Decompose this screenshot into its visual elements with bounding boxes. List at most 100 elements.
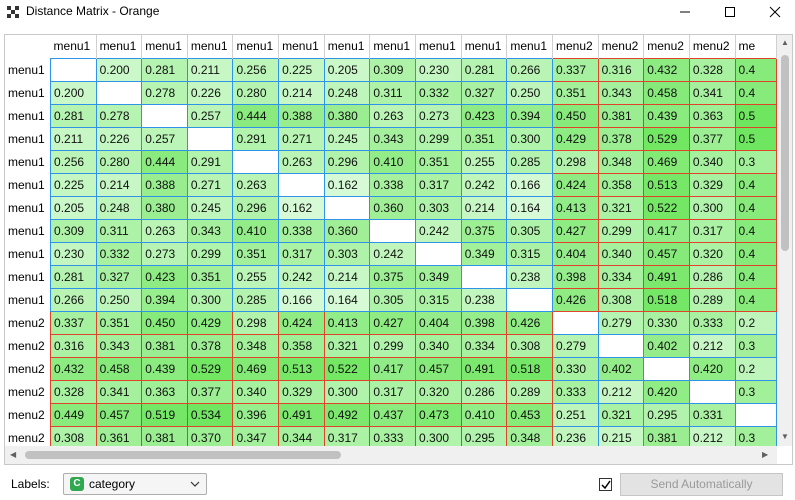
matrix-cell[interactable]: 0.251 — [551, 402, 599, 427]
matrix-cell[interactable]: 0.4 — [734, 218, 777, 243]
matrix-cell[interactable]: 0.327 — [460, 80, 508, 105]
matrix-cell[interactable]: 0.381 — [141, 333, 188, 358]
matrix-cell[interactable]: 0.299 — [369, 333, 417, 358]
matrix-cell[interactable]: 0.308 — [597, 287, 645, 312]
matrix-cell[interactable]: 0.311 — [95, 218, 143, 243]
matrix-cell[interactable]: 0.380 — [141, 195, 188, 220]
matrix-cell[interactable]: 0.2 — [734, 310, 777, 335]
matrix-cell[interactable]: 0.522 — [323, 356, 371, 381]
matrix-cell[interactable]: 0.338 — [369, 172, 417, 197]
matrix-cell[interactable]: 0.402 — [643, 333, 690, 358]
matrix-cell[interactable]: 0.377 — [688, 126, 736, 151]
matrix-cell[interactable]: 0.286 — [688, 264, 736, 289]
matrix-cell[interactable]: 0.426 — [506, 310, 553, 335]
matrix-cell[interactable] — [415, 241, 462, 266]
matrix-cell[interactable]: 0.330 — [551, 356, 599, 381]
matrix-cell[interactable]: 0.300 — [688, 195, 736, 220]
matrix-cell[interactable]: 0.200 — [50, 80, 97, 105]
matrix-cell[interactable]: 0.166 — [278, 287, 325, 312]
matrix-cell[interactable]: 0.329 — [278, 379, 325, 404]
column-header[interactable]: menu1 — [324, 35, 371, 58]
matrix-cell[interactable]: 0.469 — [643, 149, 690, 174]
matrix-cell[interactable]: 0.316 — [50, 333, 97, 358]
matrix-cell[interactable]: 0.212 — [597, 379, 645, 404]
matrix-cell[interactable]: 0.166 — [506, 172, 553, 197]
matrix-cell[interactable] — [323, 195, 371, 220]
matrix-cell[interactable]: 0.230 — [415, 57, 462, 82]
row-header[interactable]: menu2 — [5, 403, 51, 426]
matrix-cell[interactable]: 0.317 — [278, 241, 325, 266]
matrix-cell[interactable]: 0.279 — [551, 333, 599, 358]
matrix-cell[interactable]: 0.238 — [460, 287, 508, 312]
matrix-cell[interactable]: 0.343 — [369, 126, 417, 151]
matrix-cell[interactable]: 0.450 — [551, 103, 599, 128]
matrix-cell[interactable]: 0.457 — [415, 356, 462, 381]
matrix-cell[interactable]: 0.328 — [688, 57, 736, 82]
matrix-cell[interactable]: 0.296 — [323, 149, 371, 174]
matrix-cell[interactable] — [232, 149, 280, 174]
matrix-cell[interactable] — [460, 264, 508, 289]
matrix-cell[interactable]: 0.230 — [50, 241, 97, 266]
distance-matrix-view[interactable]: menu1 menu1 menu1 menu1 menu1 menu1 menu1 menu1… — [4, 34, 793, 465]
matrix-cell[interactable]: 0.429 — [186, 310, 234, 335]
column-header[interactable]: menu1 — [96, 35, 143, 58]
matrix-cell[interactable]: 0.285 — [506, 149, 553, 174]
matrix-cell[interactable]: 0.295 — [460, 425, 508, 446]
matrix-cell[interactable]: 0.205 — [50, 195, 97, 220]
matrix-cell[interactable]: 0.3 — [734, 149, 777, 174]
matrix-cell[interactable]: 0.492 — [323, 402, 371, 427]
matrix-cell[interactable]: 0.225 — [50, 172, 97, 197]
matrix-cell[interactable] — [643, 356, 690, 381]
matrix-cell[interactable]: 0.281 — [50, 103, 97, 128]
matrix-cell[interactable]: 0.317 — [688, 218, 736, 243]
matrix-cell[interactable]: 0.458 — [95, 356, 143, 381]
matrix-cell[interactable]: 0.4 — [734, 80, 777, 105]
minimize-button[interactable] — [662, 0, 708, 24]
matrix-cell[interactable]: 0.245 — [323, 126, 371, 151]
matrix-cell[interactable] — [278, 172, 325, 197]
matrix-cell[interactable]: 0.351 — [460, 126, 508, 151]
matrix-cell[interactable]: 0.417 — [643, 218, 690, 243]
matrix-cell[interactable]: 0.453 — [506, 402, 553, 427]
matrix-cell[interactable]: 0.529 — [186, 356, 234, 381]
matrix-cell[interactable]: 0.211 — [186, 57, 234, 82]
column-header[interactable]: menu1 — [187, 35, 234, 58]
labels-combobox[interactable]: C category — [63, 473, 207, 495]
matrix-cell[interactable]: 0.280 — [95, 149, 143, 174]
matrix-cell[interactable]: 0.305 — [369, 287, 417, 312]
send-automatically-checkbox[interactable] — [599, 478, 612, 491]
matrix-cell[interactable]: 0.534 — [186, 402, 234, 427]
matrix-cell[interactable]: 0.377 — [186, 379, 234, 404]
matrix-cell[interactable]: 0.423 — [141, 264, 188, 289]
matrix-cell[interactable]: 0.341 — [688, 80, 736, 105]
matrix-cell[interactable]: 0.214 — [278, 80, 325, 105]
column-header[interactable]: menu1 — [232, 35, 280, 58]
matrix-cell[interactable]: 0.432 — [50, 356, 97, 381]
matrix-cell[interactable]: 0.457 — [95, 402, 143, 427]
matrix-cell[interactable]: 0.295 — [643, 402, 690, 427]
matrix-cell[interactable]: 0.291 — [186, 149, 234, 174]
matrix-cell[interactable]: 0.291 — [232, 126, 280, 151]
row-header[interactable]: menu1 — [5, 150, 51, 173]
row-header[interactable]: menu1 — [5, 173, 51, 196]
row-header[interactable]: menu1 — [5, 58, 51, 81]
matrix-cell[interactable]: 0.351 — [186, 264, 234, 289]
matrix-cell[interactable]: 0.380 — [323, 103, 371, 128]
matrix-cell[interactable]: 0.410 — [460, 402, 508, 427]
matrix-cell[interactable]: 0.286 — [460, 379, 508, 404]
matrix-cell[interactable]: 0.278 — [141, 80, 188, 105]
matrix-cell[interactable]: 0.250 — [506, 80, 553, 105]
matrix-cell[interactable]: 0.317 — [415, 172, 462, 197]
matrix-cell[interactable]: 0.394 — [141, 287, 188, 312]
matrix-cell[interactable]: 0.333 — [369, 425, 417, 446]
matrix-cell[interactable]: 0.4 — [734, 264, 777, 289]
matrix-cell[interactable]: 0.311 — [369, 80, 417, 105]
matrix-cell[interactable]: 0.413 — [551, 195, 599, 220]
matrix-cell[interactable]: 0.4 — [734, 287, 777, 312]
matrix-cell[interactable]: 0.273 — [141, 241, 188, 266]
matrix-cell[interactable] — [50, 57, 97, 82]
matrix-cell[interactable]: 0.281 — [141, 57, 188, 82]
matrix-cell[interactable]: 0.321 — [597, 195, 645, 220]
matrix-cell[interactable] — [95, 80, 143, 105]
matrix-cell[interactable]: 0.375 — [460, 218, 508, 243]
